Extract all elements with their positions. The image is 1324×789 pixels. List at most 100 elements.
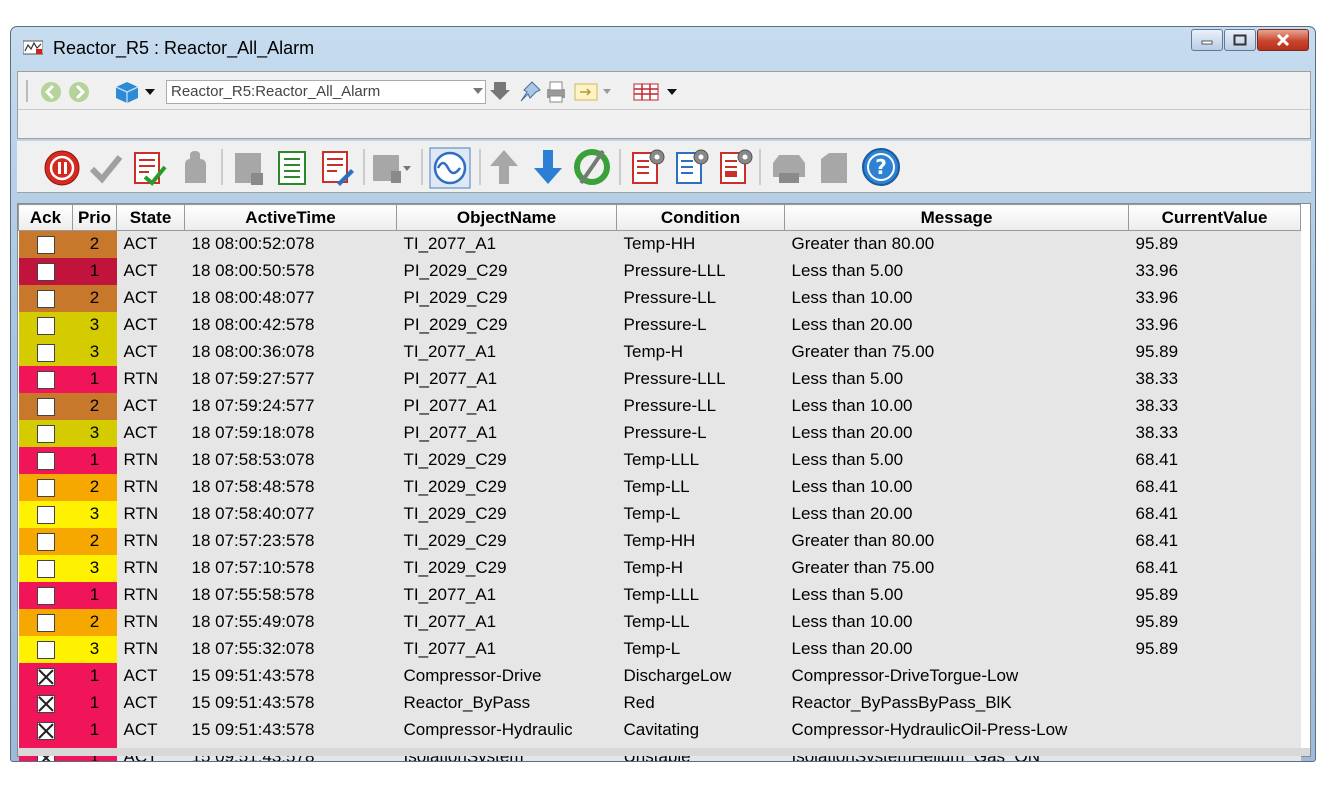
- export-dropdown-icon[interactable]: [602, 88, 612, 96]
- pin-icon[interactable]: [518, 80, 542, 104]
- table-row[interactable]: 3 RTN 18 07:58:40:077 TI_2029_C29 Temp-L Less…: [18, 500, 1301, 528]
- column-header-ack[interactable]: Ack: [18, 204, 73, 231]
- ack-checkbox[interactable]: [36, 343, 55, 362]
- column-header-condition[interactable]: Condition: [616, 204, 785, 231]
- horizontal-scrollbar[interactable]: [18, 748, 1310, 756]
- ack-checkbox[interactable]: [36, 586, 55, 605]
- column-header-activetime[interactable]: ActiveTime: [184, 204, 397, 231]
- column-header-prio[interactable]: Prio: [72, 204, 117, 231]
- ack-checkbox[interactable]: [36, 640, 55, 659]
- help-icon[interactable]: ?: [861, 147, 901, 187]
- state-cell: ACT: [116, 311, 185, 339]
- edit-list-icon[interactable]: [319, 149, 355, 187]
- note-icon[interactable]: [231, 149, 265, 187]
- table-row[interactable]: 3 RTN 18 07:55:32:078 TI_2077_A1 Temp-L Less …: [18, 635, 1301, 663]
- table-row[interactable]: 1 RTN 18 07:55:58:578 TI_2077_A1 Temp-LLL Les…: [18, 581, 1301, 609]
- ack-checkbox[interactable]: [36, 613, 55, 632]
- table-row[interactable]: 2 RTN 18 07:57:23:578 TI_2029_C29 Temp-HH Gre…: [18, 527, 1301, 555]
- ack-checkbox[interactable]: [36, 262, 55, 281]
- prio-cell: 1: [72, 662, 117, 690]
- ack-checkbox[interactable]: [36, 694, 55, 713]
- ack-checkbox[interactable]: [36, 370, 55, 389]
- hand-icon[interactable]: [179, 149, 211, 187]
- folder-dropdown-icon[interactable]: [371, 149, 411, 187]
- ack-checkbox[interactable]: [36, 397, 55, 416]
- table-row[interactable]: 2 ACT 18 08:00:48:077 PI_2029_C29 Pressure-L…: [18, 284, 1301, 312]
- refresh-icon[interactable]: [573, 147, 611, 187]
- acknowledge-check-icon[interactable]: [89, 151, 123, 185]
- value-cell: 33.96: [1128, 257, 1301, 285]
- ack-checkbox[interactable]: [36, 559, 55, 578]
- table-row[interactable]: 3 RTN 18 07:57:10:578 TI_2029_C29 Temp-H Grea…: [18, 554, 1301, 582]
- value-cell: 38.33: [1128, 419, 1301, 447]
- table-row[interactable]: 1 RTN 18 07:59:27:577 PI_2077_A1 Pressure-LL…: [18, 365, 1301, 393]
- column-header-currentvalue[interactable]: CurrentValue: [1128, 204, 1301, 231]
- minimize-button[interactable]: [1191, 29, 1223, 51]
- chevron-down-icon[interactable]: [144, 88, 156, 96]
- ack-checkbox[interactable]: [36, 721, 55, 740]
- settings-doc3-icon[interactable]: [717, 147, 753, 187]
- list-icon[interactable]: [275, 149, 309, 187]
- prio-cell: 1: [72, 446, 117, 474]
- ack-checkbox[interactable]: [36, 478, 55, 497]
- ack-cell: [18, 662, 73, 690]
- column-header-objectname[interactable]: ObjectName: [396, 204, 617, 231]
- column-header-state[interactable]: State: [116, 204, 185, 231]
- export-icon[interactable]: [574, 83, 598, 101]
- table-row[interactable]: 3 ACT 18 07:59:18:078 PI_2077_A1 Pressure-L L…: [18, 419, 1301, 447]
- arrow-down-icon[interactable]: [531, 147, 565, 187]
- grid-view-icon[interactable]: [632, 82, 660, 102]
- table-row[interactable]: 3 ACT 18 08:00:42:578 PI_2029_C29 Pressure-L…: [18, 311, 1301, 339]
- ack-checkbox[interactable]: [36, 289, 55, 308]
- close-button[interactable]: [1257, 29, 1309, 51]
- ack-checkbox[interactable]: [36, 505, 55, 524]
- arrow-up-icon[interactable]: [487, 147, 521, 187]
- print-preview-icon[interactable]: [544, 80, 568, 104]
- ack-checkbox[interactable]: [36, 451, 55, 470]
- ack-cell: [18, 419, 73, 447]
- settings-doc2-icon[interactable]: [673, 147, 709, 187]
- table-row[interactable]: 1 ACT 15 09:51:43:578 Reactor_ByPass Red Reac…: [18, 689, 1301, 717]
- ack-checkbox[interactable]: [36, 316, 55, 335]
- table-row[interactable]: 2 ACT 18 07:59:24:577 PI_2077_A1 Pressure-LL…: [18, 392, 1301, 420]
- state-cell: RTN: [116, 581, 185, 609]
- settings-doc-icon[interactable]: [629, 147, 665, 187]
- table-row[interactable]: 2 RTN 18 07:58:48:578 TI_2029_C29 Temp-LL Les…: [18, 473, 1301, 501]
- table-row[interactable]: 2 ACT 18 08:00:52:078 TI_2077_A1 Temp-HH Grea…: [18, 230, 1301, 258]
- download-icon[interactable]: [488, 80, 512, 104]
- title-bar: Reactor_R5 : Reactor_All_Alarm: [11, 27, 1315, 67]
- table-row[interactable]: 3 ACT 18 08:00:36:078 TI_2077_A1 Temp-H Great…: [18, 338, 1301, 366]
- acknowledge-list-icon[interactable]: [131, 149, 167, 187]
- ack-checkbox[interactable]: [36, 667, 55, 686]
- message-cell: Less than 5.00: [784, 257, 1129, 285]
- maximize-button[interactable]: [1224, 29, 1256, 51]
- ack-checkbox[interactable]: [36, 235, 55, 254]
- ack-cell: [18, 635, 73, 663]
- column-header-message[interactable]: Message: [784, 204, 1129, 231]
- table-row[interactable]: 2 RTN 18 07:55:49:078 TI_2077_A1 Temp-LL Less…: [18, 608, 1301, 636]
- time-cell: 18 07:57:10:578: [184, 554, 397, 582]
- ack-cell: [18, 338, 73, 366]
- prio-cell: 3: [72, 554, 117, 582]
- stop-icon[interactable]: [43, 149, 81, 187]
- table-row[interactable]: 1 RTN 18 07:58:53:078 TI_2029_C29 Temp-LLL Le…: [18, 446, 1301, 474]
- object-cell: Reactor_ByPass: [396, 689, 617, 717]
- grid-dropdown-icon[interactable]: [666, 88, 678, 96]
- cube-icon[interactable]: [114, 80, 140, 104]
- value-cell: [1128, 716, 1301, 744]
- time-cell: 18 07:57:23:578: [184, 527, 397, 555]
- print-icon[interactable]: [769, 151, 809, 185]
- object-cell: TI_2077_A1: [396, 608, 617, 636]
- address-field[interactable]: Reactor_R5:Reactor_All_Alarm: [166, 80, 486, 104]
- back-icon[interactable]: [40, 81, 62, 103]
- table-row[interactable]: 1 ACT 15 09:51:43:578 Compressor-Hydraulic C…: [18, 716, 1301, 744]
- sine-wave-icon[interactable]: [429, 147, 471, 189]
- ack-checkbox[interactable]: [36, 424, 55, 443]
- address-dropdown-icon[interactable]: [473, 88, 483, 94]
- stop-square-icon[interactable]: [817, 149, 851, 187]
- table-row[interactable]: 1 ACT 18 08:00:50:578 PI_2029_C29 Pressure-L…: [18, 257, 1301, 285]
- forward-icon[interactable]: [68, 81, 90, 103]
- table-row[interactable]: 1 ACT 15 09:51:43:578 Compressor-Drive Disch…: [18, 662, 1301, 690]
- prio-cell: 1: [72, 689, 117, 717]
- ack-checkbox[interactable]: [36, 532, 55, 551]
